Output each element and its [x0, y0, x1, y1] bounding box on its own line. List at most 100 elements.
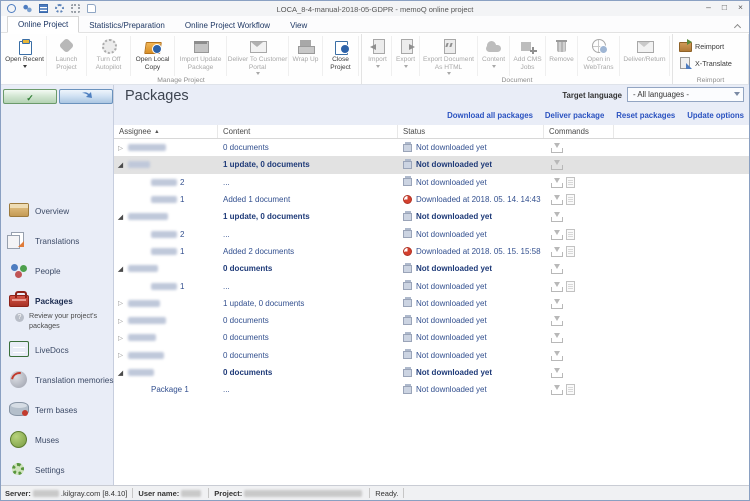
document-icon[interactable] [566, 229, 575, 240]
x-translate-button[interactable]: X-Translate [675, 55, 736, 72]
deliver-package-link[interactable]: Deliver package [545, 111, 604, 120]
table-row[interactable]: 2 ... Not downloaded yet [114, 225, 749, 242]
window-title: LOCA_8-4-manual-2018-05-GDPR - memoQ onl… [1, 5, 749, 14]
download-icon[interactable] [551, 315, 562, 326]
document-icon[interactable] [566, 246, 575, 257]
document-icon[interactable] [566, 177, 575, 188]
document-icon[interactable] [566, 281, 575, 292]
download-icon[interactable] [551, 350, 562, 361]
table-row[interactable]: 1 Added 1 document Downloaded at 2018. 0… [114, 191, 749, 208]
update-options-link[interactable]: Update options [687, 111, 744, 120]
sidebar-item-livedocs[interactable]: LiveDocs [1, 339, 114, 363]
expander-icon[interactable] [118, 299, 128, 307]
table-row[interactable]: 1 Added 2 documents Downloaded at 2018. … [114, 243, 749, 260]
tab-statistics-preparation[interactable]: Statistics/Preparation [79, 18, 175, 33]
sidebar-item-translations[interactable]: Translations [1, 230, 114, 254]
open-local-copy-button[interactable]: Open Local Copy [131, 36, 175, 76]
import-update-package-button[interactable]: Import Update Package [175, 36, 227, 76]
target-language-select[interactable]: - All languages - [627, 87, 744, 102]
tab-online-project-workflow[interactable]: Online Project Workflow [175, 18, 280, 33]
export-button[interactable]: Export [392, 36, 420, 76]
collapse-ribbon-icon[interactable] [735, 23, 741, 29]
download-icon[interactable] [551, 298, 562, 309]
download-icon[interactable] [551, 246, 562, 257]
download-icon[interactable] [551, 281, 562, 292]
column-header-status[interactable]: Status [398, 125, 544, 138]
table-row[interactable]: 0 documents Not downloaded yet [114, 312, 749, 329]
packages-description: Review your project's packages [29, 311, 109, 330]
table-row[interactable]: 1 update, 0 documents Not downloaded yet [114, 208, 749, 225]
table-row[interactable]: Package 1 ... Not downloaded yet [114, 381, 749, 398]
add-cms-jobs-button[interactable]: Add CMS Jobs [510, 36, 546, 76]
download-icon[interactable] [551, 211, 562, 222]
sidebar-item-translation-memories[interactable]: Translation memories [1, 369, 114, 393]
autopilot-gear-icon [100, 38, 118, 54]
table-row[interactable]: 0 documents Not downloaded yet [114, 260, 749, 277]
table-row[interactable]: 0 documents Not downloaded yet [114, 347, 749, 364]
export-document-as-html-button[interactable]: Export Document As HTML [420, 36, 478, 76]
reimport-icon [679, 40, 691, 51]
table-row[interactable]: 0 documents Not downloaded yet [114, 364, 749, 381]
table-row[interactable]: 2 ... Not downloaded yet [114, 174, 749, 191]
content-button[interactable]: Content [478, 36, 510, 76]
sidebar-item-muses[interactable]: Muses [1, 429, 114, 453]
maximize-button[interactable]: □ [722, 3, 727, 12]
minimize-button[interactable]: – [706, 3, 711, 12]
wrap-up-button[interactable]: Wrap Up [289, 36, 323, 76]
package-status-icon [403, 144, 412, 152]
dropdown-caret-icon [447, 72, 451, 75]
confirm-button[interactable]: ✓ [3, 89, 57, 104]
expander-icon[interactable] [118, 213, 128, 221]
expander-icon[interactable] [118, 369, 128, 377]
turn-off-autopilot-button[interactable]: Turn Off Autopilot [87, 36, 131, 76]
expander-icon[interactable] [118, 334, 128, 342]
sidebar-item-overview[interactable]: Overview [1, 200, 114, 224]
table-row[interactable]: 1 ... Not downloaded yet [114, 277, 749, 294]
column-header-commands[interactable]: Commands [544, 125, 614, 138]
translation-memories-icon [10, 371, 27, 388]
close-button[interactable]: × [738, 3, 743, 12]
download-icon[interactable] [551, 263, 562, 274]
reset-packages-link[interactable]: Reset packages [616, 111, 675, 120]
tab-online-project[interactable]: Online Project [7, 16, 79, 33]
open-in-webtrans-button[interactable]: Open in WebTrans [578, 36, 620, 76]
expander-icon[interactable] [118, 265, 128, 273]
deliver-to-customer-portal-button[interactable]: Deliver To Customer Portal [227, 36, 289, 76]
table-row[interactable]: 1 update, 0 documents Not downloaded yet [114, 156, 749, 173]
download-icon[interactable] [551, 229, 562, 240]
table-row[interactable]: 1 update, 0 documents Not downloaded yet [114, 295, 749, 312]
download-icon[interactable] [551, 142, 562, 153]
sidebar-item-settings[interactable]: Settings [1, 459, 114, 483]
document-icon[interactable] [566, 384, 575, 395]
expander-icon[interactable] [118, 161, 128, 169]
table-row[interactable]: 0 documents Not downloaded yet [114, 329, 749, 346]
deliver-action-button[interactable] [59, 89, 113, 104]
dropdown-caret-icon [404, 65, 408, 68]
download-icon[interactable] [551, 384, 562, 395]
download-icon[interactable] [551, 159, 562, 170]
download-icon[interactable] [551, 194, 562, 205]
column-header-content[interactable]: Content [218, 125, 398, 138]
column-header-assignee[interactable]: Assignee▲ [114, 125, 218, 138]
reimport-button[interactable]: Reimport [675, 38, 728, 55]
envelope-portal-icon [249, 38, 267, 54]
launch-project-button[interactable]: Launch Project [47, 36, 87, 76]
tab-view[interactable]: View [280, 18, 317, 33]
download-all-packages-link[interactable]: Download all packages [447, 111, 533, 120]
download-icon[interactable] [551, 177, 562, 188]
expander-icon[interactable] [118, 351, 128, 359]
close-project-button[interactable]: Close Project [323, 36, 359, 76]
import-button[interactable]: Import [364, 36, 392, 76]
deliver-return-button[interactable]: Deliver/Return [620, 36, 670, 76]
expander-icon[interactable] [118, 317, 128, 325]
download-icon[interactable] [551, 367, 562, 378]
download-icon[interactable] [551, 332, 562, 343]
sidebar-item-term-bases[interactable]: Term bases [1, 399, 114, 423]
table-row[interactable]: 0 documents Not downloaded yet [114, 139, 749, 156]
globe-icon [590, 38, 608, 54]
remove-button[interactable]: Remove [546, 36, 578, 76]
document-icon[interactable] [566, 194, 575, 205]
open-recent-button[interactable]: Open Recent [3, 36, 47, 76]
expander-icon[interactable] [118, 144, 128, 152]
sidebar-item-people[interactable]: People [1, 260, 114, 284]
